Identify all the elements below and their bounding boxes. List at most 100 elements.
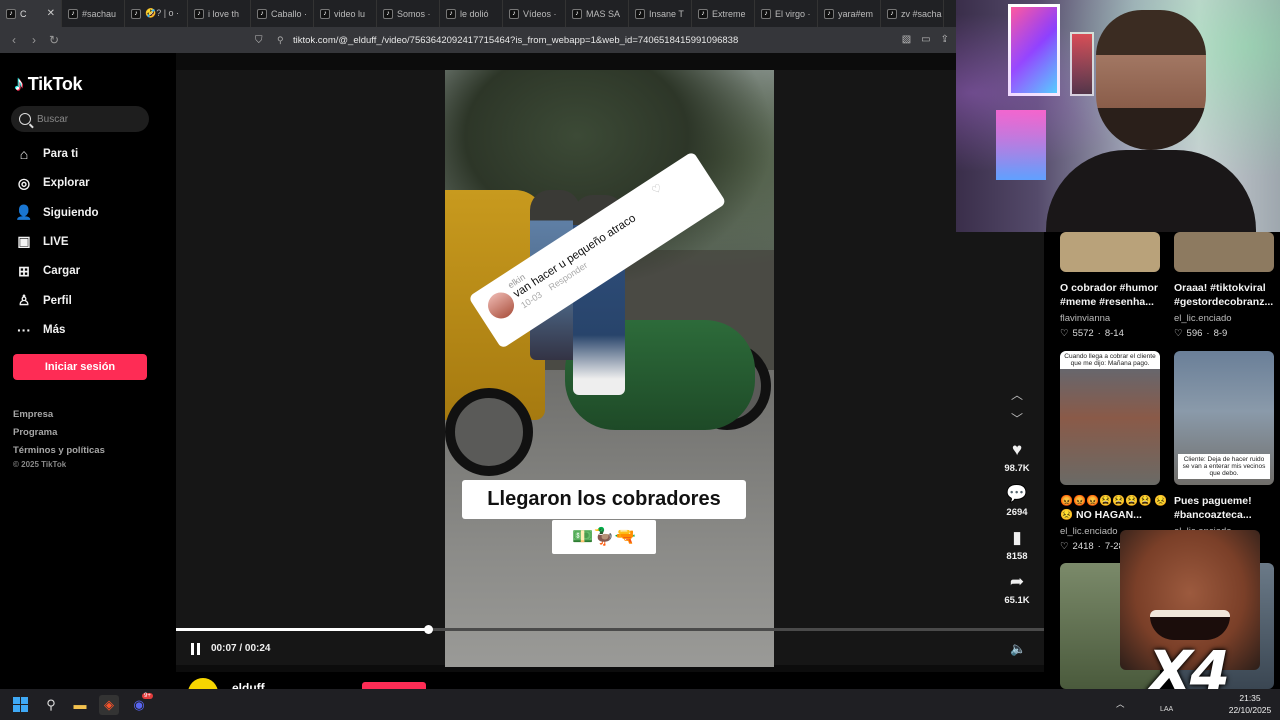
tiktok-favicon-icon: ♪ <box>572 8 582 19</box>
tiktok-logo[interactable]: ♪ TikTok <box>14 73 83 96</box>
related-title[interactable]: 😡😡😡😫😫😫😫 😣😣 NO HAGAN... <box>1060 494 1172 522</box>
chevron-up-icon[interactable]: ︿ <box>1011 386 1023 403</box>
windows-start-icon[interactable] <box>13 697 28 712</box>
bookmark-icon[interactable]: ▮ <box>990 528 1044 548</box>
browser-tab[interactable]: ♪ le dolió <box>440 0 503 27</box>
related-thumbnail[interactable] <box>1174 232 1274 272</box>
close-tab-icon[interactable]: ✕ <box>47 8 55 19</box>
pause-icon <box>197 643 200 655</box>
browser-tab[interactable]: ♪ C ✕ <box>0 0 62 27</box>
sidebar-item-explorar[interactable]: ◎ Explorar <box>15 173 90 193</box>
progress-handle[interactable] <box>423 625 433 634</box>
reader-mode-icon[interactable]: ▧ <box>902 34 911 45</box>
like-action[interactable]: ♥ 98.7K <box>990 440 1044 474</box>
discord-badge: 9+ <box>142 693 153 699</box>
browser-tab[interactable]: ♪ MAS SA <box>566 0 629 27</box>
sidebar-item-label: Siguiendo <box>43 206 99 219</box>
tiktok-favicon-icon: ♪ <box>635 8 645 19</box>
browser-tab[interactable]: ♪ Caballo · <box>251 0 314 27</box>
tab-label: zv #sacha <box>901 8 942 19</box>
search-icon <box>19 113 31 125</box>
time-display: 00:07 / 00:24 <box>211 643 271 654</box>
tiktok-favicon-icon: ♪ <box>761 8 771 19</box>
comment-action[interactable]: 💬 2694 <box>990 484 1044 518</box>
volume-icon[interactable]: 🔈 <box>1010 641 1026 657</box>
heart-outline-icon: ♡ <box>1060 328 1069 339</box>
footer-link-empresa[interactable]: Empresa <box>13 409 53 420</box>
save-action[interactable]: ▮ 8158 <box>990 528 1044 562</box>
footer-link-terms[interactable]: Términos y políticas <box>13 445 105 456</box>
back-icon[interactable]: ‹ <box>4 33 24 47</box>
follow-button[interactable] <box>362 682 426 689</box>
related-card[interactable]: Cliente: Deja de hacer ruido se van a en… <box>1174 351 1280 537</box>
related-thumbnail[interactable]: Cliente: Deja de hacer ruido se van a en… <box>1174 351 1274 485</box>
share-arrow-icon[interactable]: ➦ <box>990 572 1044 592</box>
video-caption-emojis: 💵🦆🔫 <box>552 520 656 554</box>
author-avatar[interactable] <box>188 678 218 689</box>
chevron-down-icon[interactable]: ﹀ <box>1011 410 1023 427</box>
heart-icon[interactable]: ♥ <box>990 440 1044 460</box>
sidebar-item-cargar[interactable]: ⊞ Cargar <box>15 261 80 281</box>
bookmark-icon[interactable]: ⛉ <box>255 35 277 46</box>
footer-link-programa[interactable]: Programa <box>13 427 57 438</box>
sidebar-item-para-ti[interactable]: ⌂ Para ti <box>15 144 78 164</box>
tab-label: Vídeos · <box>523 8 557 19</box>
brave-browser-icon[interactable]: ◈ <box>99 695 119 715</box>
browser-tab[interactable]: ♪ Insane T <box>629 0 692 27</box>
share-icon[interactable]: ⇪ <box>941 34 949 45</box>
related-likes: 5572 <box>1072 328 1094 339</box>
comment-count: 2694 <box>1006 507 1028 518</box>
search-icon[interactable]: ⚲ <box>41 695 61 715</box>
browser-tab[interactable]: ♪ zv #sacha <box>881 0 944 27</box>
reload-icon[interactable]: ↻ <box>44 33 64 47</box>
comment-icon[interactable]: 💬 <box>990 484 1044 504</box>
tray-overflow-icon[interactable]: ︿ <box>1116 698 1125 710</box>
address-bar[interactable]: ⛉ ⚲ tiktok.com/@_elduff_/video/756364209… <box>255 30 955 50</box>
video-player[interactable]: elkin van hacer u pequeño atraco 10-03 R… <box>445 70 774 667</box>
browser-tab[interactable]: ♪ #sachau <box>62 0 125 27</box>
related-card[interactable]: Oraaa! #tiktokviral #gestordecobranz... … <box>1174 232 1280 339</box>
search-box[interactable] <box>11 106 149 132</box>
language-indicator[interactable]: LAA <box>1160 706 1173 713</box>
site-info-icon[interactable]: ⚲ <box>277 35 293 46</box>
tiktok-favicon-icon: ♪ <box>68 8 78 19</box>
browser-tab[interactable]: ♪ 🤣? | o · <box>125 0 188 27</box>
sidebar-item-live[interactable]: ▣ LIVE <box>15 232 68 252</box>
sidebar-item-mas[interactable]: ··· Más <box>15 320 65 340</box>
browser-tab[interactable]: ♪ Extreme <box>692 0 755 27</box>
sidebar-item-siguiendo[interactable]: 👤 Siguiendo <box>15 203 99 223</box>
browser-tab[interactable]: ♪ yara#em <box>818 0 881 27</box>
browser-tab[interactable]: ♪ video lu <box>314 0 377 27</box>
video-progress-bar[interactable] <box>176 625 1044 634</box>
system-clock[interactable]: 21:35 22/10/2025 <box>1222 692 1278 716</box>
related-title[interactable]: O cobrador #humor #meme #resenha... <box>1060 281 1172 309</box>
url-text[interactable]: tiktok.com/@_elduff_/video/7563642092417… <box>293 35 738 46</box>
browser-tab[interactable]: ♪ Vídeos · <box>503 0 566 27</box>
browser-tab[interactable]: ♪ i love th <box>188 0 251 27</box>
browser-tab[interactable]: ♪ Somos · <box>377 0 440 27</box>
related-author[interactable]: flavinvianna <box>1060 313 1172 324</box>
related-thumbnail[interactable] <box>1060 232 1160 272</box>
file-explorer-icon[interactable]: ▬ <box>70 695 90 715</box>
author-bar: elduff <box>176 672 1044 689</box>
browser-tab[interactable]: ♪ El virgo · <box>755 0 818 27</box>
pause-button[interactable] <box>191 643 203 655</box>
related-card[interactable]: O cobrador #humor #meme #resenha... flav… <box>1060 232 1172 339</box>
related-title[interactable]: Oraaa! #tiktokviral #gestordecobranz... <box>1174 281 1280 309</box>
search-input[interactable] <box>37 113 137 125</box>
related-author[interactable]: el_lic.enciado <box>1174 313 1280 324</box>
heart-outline-icon: ♡ <box>1060 541 1069 552</box>
compass-icon: ◎ <box>17 174 31 191</box>
forward-icon[interactable]: › <box>24 33 44 47</box>
share-action[interactable]: ➦ 65.1K <box>990 572 1044 606</box>
related-thumbnail[interactable]: Cuando llega a cobrar el cliente que me … <box>1060 351 1160 485</box>
sidebar-item-perfil[interactable]: ♙ Perfil <box>15 291 72 311</box>
login-button[interactable]: Iniciar sesión <box>13 354 147 380</box>
author-name[interactable]: elduff <box>232 681 265 689</box>
clock-date: 22/10/2025 <box>1228 705 1272 715</box>
related-title[interactable]: Pues pagueme! #bancoazteca... <box>1174 494 1280 522</box>
cast-icon[interactable]: ▭ <box>921 34 930 45</box>
clock-time: 21:35 <box>1239 693 1261 703</box>
tab-label: yara#em <box>838 8 874 19</box>
related-card[interactable]: Cuando llega a cobrar el cliente que me … <box>1060 351 1172 552</box>
